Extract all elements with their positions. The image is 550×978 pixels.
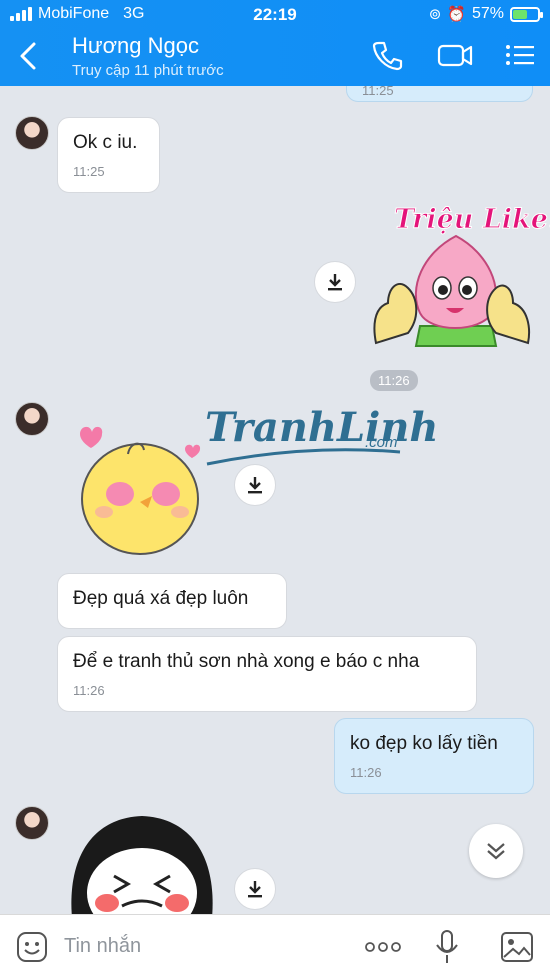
- chat-header: MobiFone 3G 22:19 ⊚ ⏰ 57% Hương Ngọc Tru…: [0, 0, 550, 86]
- sticker-chick[interactable]: [70, 404, 210, 564]
- time-chip: 11:26: [370, 370, 418, 391]
- sticker-girl[interactable]: [62, 808, 222, 914]
- alarm-icon: ⏰: [447, 6, 466, 23]
- download-button[interactable]: [234, 464, 276, 506]
- phone-icon[interactable]: [370, 38, 404, 72]
- avatar[interactable]: [15, 402, 49, 436]
- message-bubble-incoming[interactable]: Đẹp quá xá đẹp luôn: [57, 573, 287, 629]
- message-bubble-incoming[interactable]: Ok c iu. 11:25: [57, 117, 160, 193]
- rotation-lock-icon: ⊚: [428, 6, 442, 23]
- chick-sticker-icon: [80, 426, 201, 555]
- message-input[interactable]: Tin nhắn: [64, 935, 141, 958]
- menu-icon[interactable]: [504, 38, 536, 72]
- download-icon: [248, 881, 262, 898]
- message-text: Ok c iu.: [73, 132, 138, 153]
- more-icon[interactable]: [364, 941, 402, 953]
- download-button[interactable]: [234, 868, 276, 910]
- message-time: 11:26: [73, 683, 105, 698]
- watermark: TranhLinh .com: [205, 404, 439, 474]
- microphone-icon[interactable]: [434, 929, 460, 965]
- video-call-icon[interactable]: [436, 38, 474, 72]
- message-time: 11:25: [362, 86, 394, 98]
- double-chevron-down-icon: [487, 843, 505, 860]
- contact-name[interactable]: Hương Ngọc: [72, 33, 199, 59]
- input-bar: Tin nhắn: [0, 914, 550, 978]
- avatar[interactable]: [15, 806, 49, 840]
- message-time: 11:26: [350, 765, 382, 780]
- scroll-to-bottom-button[interactable]: [469, 824, 523, 878]
- sticker-trieu-like[interactable]: Triệu Like!: [368, 198, 550, 370]
- download-icon: [328, 274, 342, 291]
- download-icon: [248, 477, 262, 494]
- avatar[interactable]: [15, 116, 49, 150]
- emoji-icon[interactable]: [16, 931, 48, 963]
- last-seen: Truy cập 11 phút trước: [72, 62, 224, 79]
- back-icon[interactable]: [14, 38, 44, 74]
- girl-sticker-icon: [71, 816, 213, 914]
- message-time: 11:25: [73, 164, 105, 179]
- download-button[interactable]: [314, 261, 356, 303]
- battery-icon: [510, 6, 543, 22]
- message-text: ko đẹp ko lấy tiền: [350, 733, 498, 754]
- image-icon[interactable]: [500, 931, 534, 963]
- message-text: Để e tranh thủ sơn nhà xong e báo c nha: [73, 651, 420, 672]
- watermark-swoosh-icon: [206, 448, 401, 466]
- message-bubble-outgoing[interactable]: ko đẹp ko lấy tiền 11:26: [334, 718, 534, 794]
- status-bar: MobiFone 3G 22:19 ⊚ ⏰ 57%: [0, 0, 550, 28]
- message-text: Đẹp quá xá đẹp luôn: [73, 588, 249, 609]
- lotus-sticker-icon: [373, 234, 531, 347]
- message-list[interactable]: 11:25 Ok c iu. 11:25 Triệu Like! 11:26 T…: [0, 86, 550, 914]
- battery-percent: 57%: [471, 5, 504, 22]
- message-bubble-outgoing[interactable]: 11:25: [346, 86, 533, 102]
- message-bubble-incoming[interactable]: Để e tranh thủ sơn nhà xong e báo c nha …: [57, 636, 477, 712]
